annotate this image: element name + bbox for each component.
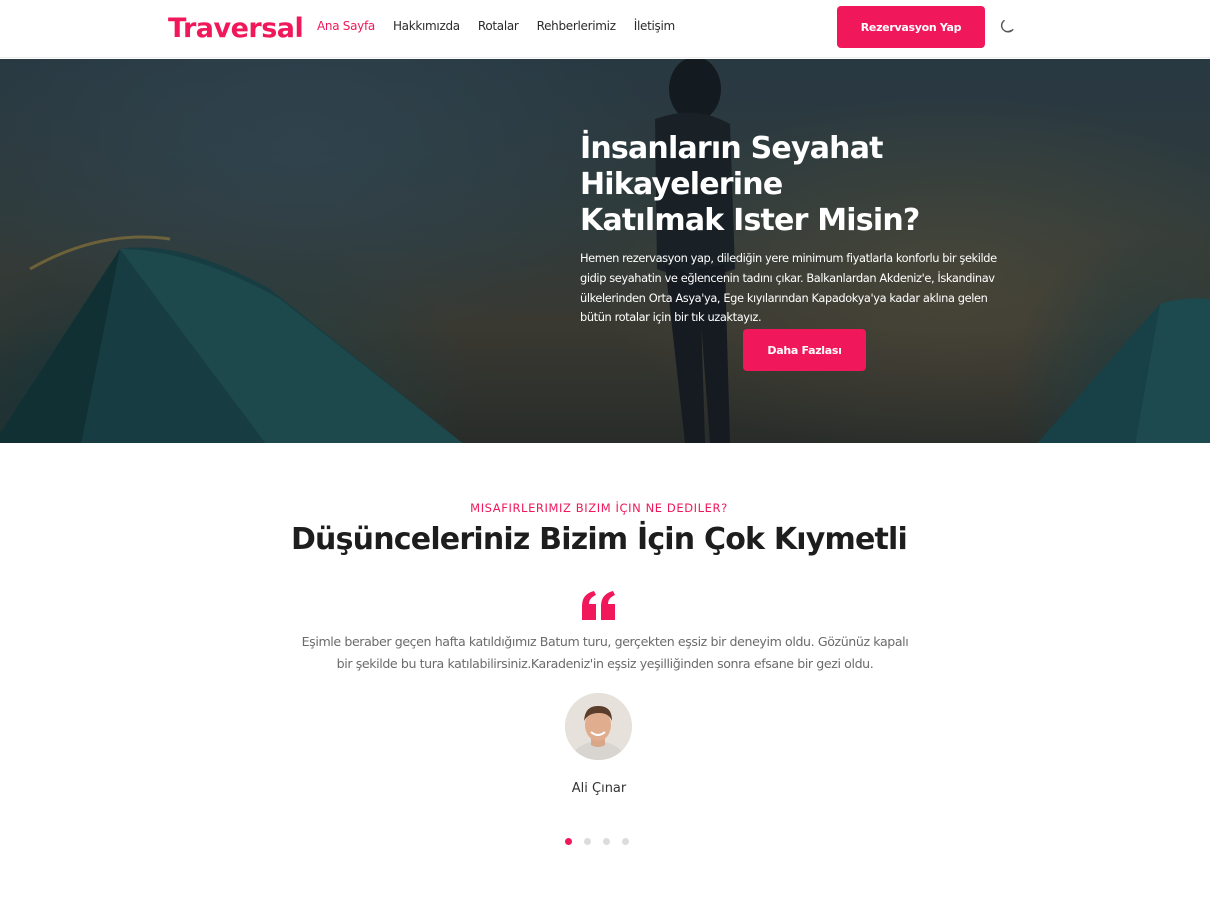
main-nav: Ana Sayfa Hakkımızda Rotalar Rehberlerim… (317, 19, 693, 33)
nav-item-guides[interactable]: Rehberlerimiz (537, 19, 616, 33)
nav-item-contact[interactable]: İletişim (634, 19, 675, 33)
carousel-dot[interactable] (584, 838, 591, 845)
brand-logo[interactable]: Traversal (168, 13, 304, 44)
hero-content: İnsanların Seyahat Hikayelerine Katılmak… (580, 131, 1010, 328)
section-title: Düşünceleriniz Bizim İçin Çok Kıymetli (290, 522, 908, 557)
testimonial-author: Ali Çınar (571, 781, 627, 796)
reservation-button[interactable]: Rezervasyon Yap (837, 6, 985, 48)
hero-title-line: Katılmak Ister Misin? (580, 203, 920, 238)
carousel-dot[interactable] (603, 838, 610, 845)
site-header: Traversal Ana Sayfa Hakkımızda Rotalar R… (0, 0, 1210, 58)
carousel-dot[interactable] (622, 838, 629, 845)
more-button[interactable]: Daha Fazlası (743, 329, 866, 371)
hero-section: İnsanların Seyahat Hikayelerine Katılmak… (0, 59, 1210, 443)
moon-icon[interactable] (997, 17, 1017, 37)
nav-item-home[interactable]: Ana Sayfa (317, 19, 375, 33)
hero-description: Hemen rezervasyon yap, dilediğin yere mi… (580, 251, 997, 325)
hero-title-line: İnsanların Seyahat Hikayelerine (580, 131, 883, 202)
carousel-dot[interactable] (565, 838, 572, 845)
avatar (565, 693, 632, 760)
carousel-pagination (565, 838, 629, 845)
nav-item-routes[interactable]: Rotalar (478, 19, 519, 33)
testimonial-quote: Eşimle beraber geçen hafta katıldığımız … (301, 634, 909, 671)
hero-title: İnsanların Seyahat Hikayelerine Katılmak… (580, 131, 1010, 239)
nav-item-about[interactable]: Hakkımızda (393, 19, 460, 33)
section-eyebrow: MISAFIRLERIMIZ BIZIM İÇIN NE DEDILER? (470, 501, 728, 515)
quote-icon (580, 590, 618, 622)
